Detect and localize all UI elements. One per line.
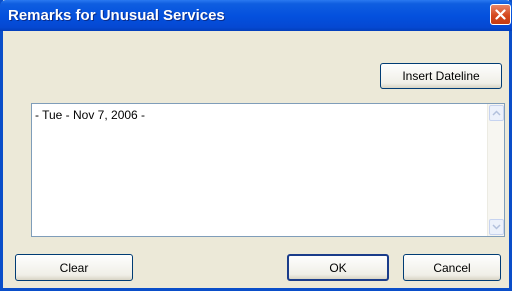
remarks-textarea[interactable]: - Tue - Nov 7, 2006 -	[31, 103, 505, 237]
arrow-up-icon	[492, 110, 501, 116]
dialog-title: Remarks for Unusual Services	[8, 7, 225, 24]
close-icon	[495, 9, 506, 20]
ok-button[interactable]: OK	[287, 254, 389, 281]
scroll-down-button[interactable]	[489, 219, 504, 235]
remarks-text: - Tue - Nov 7, 2006 -	[35, 108, 146, 122]
clear-button[interactable]: Clear	[15, 254, 133, 281]
remarks-dialog: Remarks for Unusual Services Insert Date…	[0, 0, 512, 291]
close-button[interactable]	[490, 4, 511, 25]
cancel-button[interactable]: Cancel	[403, 254, 501, 281]
vertical-scrollbar[interactable]	[487, 104, 504, 236]
scroll-up-button[interactable]	[489, 105, 504, 121]
arrow-down-icon	[492, 224, 501, 230]
insert-dateline-button[interactable]: Insert Dateline	[380, 63, 502, 89]
title-bar[interactable]: Remarks for Unusual Services	[0, 0, 512, 31]
